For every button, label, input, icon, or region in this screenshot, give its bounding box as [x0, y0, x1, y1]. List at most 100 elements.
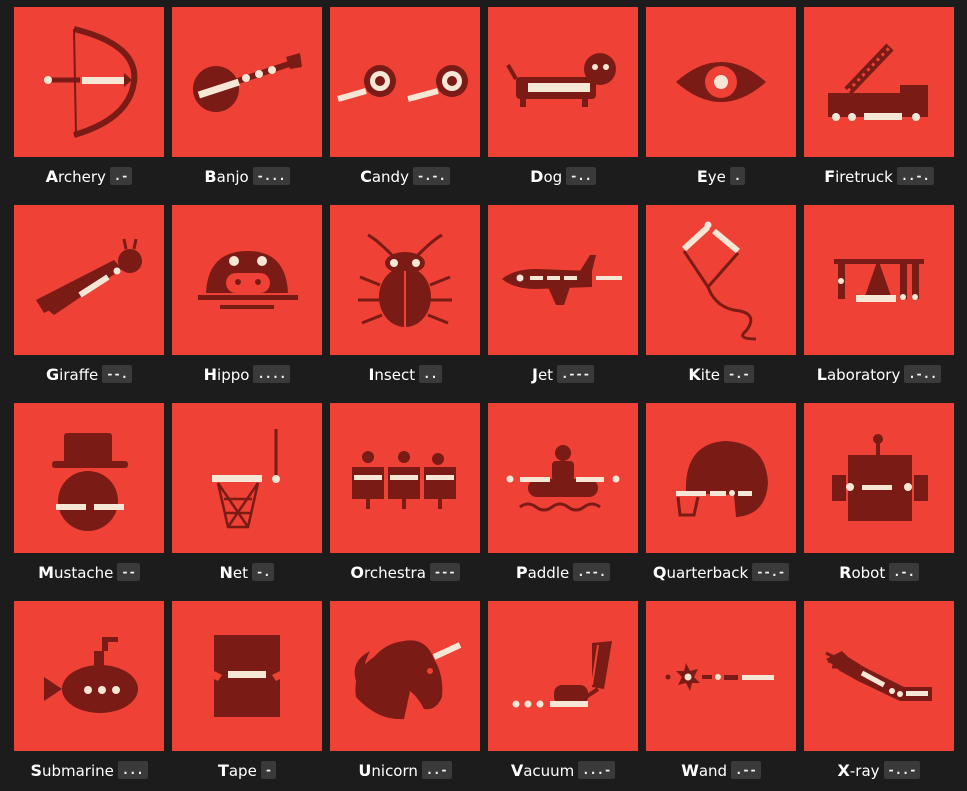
- word: Vacuum: [510, 760, 575, 780]
- submarine-icon: [44, 637, 138, 713]
- morse-code: ..: [419, 365, 442, 383]
- card-eye[interactable]: Eye .: [646, 7, 796, 197]
- word: Paddle: [515, 562, 570, 582]
- card-firetruck[interactable]: Firetruck ..-.: [804, 7, 954, 197]
- morse-code: .-: [109, 167, 133, 185]
- tile: [330, 403, 480, 553]
- card-kite[interactable]: Kite -.-: [646, 205, 796, 395]
- caption: Giraffe --.: [14, 363, 164, 385]
- tile: [646, 601, 796, 751]
- tile: [804, 7, 954, 157]
- word: Tape: [217, 760, 257, 780]
- word: Banjo: [204, 166, 249, 186]
- banjo-icon: [193, 53, 302, 112]
- morse-code: .: [729, 167, 746, 185]
- morse-code: -: [260, 761, 277, 779]
- tile: [172, 205, 322, 355]
- eye-icon: [676, 62, 766, 102]
- word: Jet: [532, 364, 554, 384]
- morse-code: -.-.: [412, 167, 450, 185]
- word: Unicorn: [358, 760, 418, 780]
- word: Quarterback: [652, 562, 749, 582]
- card-x-ray[interactable]: X-ray -..-: [804, 601, 954, 791]
- tile: [488, 7, 638, 157]
- word: Submarine: [30, 760, 114, 780]
- morse-code: --.: [102, 365, 132, 383]
- word: X-ray: [837, 760, 880, 780]
- caption: Insect ..: [330, 363, 480, 385]
- card-archery[interactable]: Archery .-: [14, 7, 164, 197]
- word: Kite: [688, 364, 720, 384]
- kite-icon: [681, 221, 757, 341]
- card-jet[interactable]: Jet .---: [488, 205, 638, 395]
- card-vacuum[interactable]: Vacuum ...-: [488, 601, 638, 791]
- morse-code: ..-.: [896, 167, 934, 185]
- card-mustache[interactable]: Mustache --: [14, 403, 164, 593]
- tile: [804, 601, 954, 751]
- morse-code: -.: [252, 563, 275, 581]
- robot-icon: [832, 434, 928, 521]
- tile: [14, 403, 164, 553]
- caption: Mustache --: [14, 561, 164, 583]
- card-orchestra[interactable]: Orchestra ---: [330, 403, 480, 593]
- caption: Laboratory .-..: [804, 363, 954, 385]
- card-banjo[interactable]: Banjo -...: [172, 7, 322, 197]
- word: Laboratory: [816, 364, 901, 384]
- tile: [330, 205, 480, 355]
- card-tape[interactable]: Tape -: [172, 601, 322, 791]
- card-robot[interactable]: Robot .-.: [804, 403, 954, 593]
- card-insect[interactable]: Insect ..: [330, 205, 480, 395]
- dog-icon: [506, 53, 616, 107]
- tile: [330, 7, 480, 157]
- card-laboratory[interactable]: Laboratory .-..: [804, 205, 954, 395]
- card-dog[interactable]: Dog -..: [488, 7, 638, 197]
- card-unicorn[interactable]: Unicorn ..-: [330, 601, 480, 791]
- morse-code: ---: [429, 563, 460, 581]
- wand-icon: [665, 663, 774, 691]
- insect-icon: [358, 233, 452, 327]
- word: Mustache: [38, 562, 114, 582]
- jet-icon: [502, 255, 622, 305]
- card-net[interactable]: Net -.: [172, 403, 322, 593]
- tile: [172, 7, 322, 157]
- card-candy[interactable]: Candy -.-.: [330, 7, 480, 197]
- word: Hippo: [203, 364, 250, 384]
- card-paddle[interactable]: Paddle .--.: [488, 403, 638, 593]
- card-submarine[interactable]: Submarine ...: [14, 601, 164, 791]
- morse-code: ..-: [421, 761, 452, 779]
- morse-code: -...: [252, 167, 290, 185]
- morse-code: .--.: [573, 563, 611, 581]
- caption: Quarterback --.-: [646, 561, 796, 583]
- laboratory-icon: [834, 259, 924, 302]
- caption: Net -.: [172, 561, 322, 583]
- unicorn-icon: [354, 640, 462, 720]
- tile: [488, 403, 638, 553]
- morse-code: --.-: [752, 563, 790, 581]
- caption: Submarine ...: [14, 759, 164, 781]
- morse-code: ...: [117, 761, 148, 779]
- caption: Robot .-.: [804, 561, 954, 583]
- word: Candy: [360, 166, 409, 186]
- morse-code: ...-: [578, 761, 616, 779]
- caption: Unicorn ..-: [330, 759, 480, 781]
- archery-icon: [44, 26, 138, 138]
- caption: Hippo ....: [172, 363, 322, 385]
- word: Net: [219, 562, 249, 582]
- card-wand[interactable]: Wand .--: [646, 601, 796, 791]
- tile: [804, 403, 954, 553]
- word: Eye: [696, 166, 726, 186]
- caption: Wand .--: [646, 759, 796, 781]
- tile: [14, 601, 164, 751]
- morse-code: --: [117, 563, 140, 581]
- tile: [804, 205, 954, 355]
- caption: Orchestra ---: [330, 561, 480, 583]
- card-giraffe[interactable]: Giraffe --.: [14, 205, 164, 395]
- mustache-icon: [52, 433, 128, 531]
- net-icon: [212, 429, 280, 529]
- caption: Kite -.-: [646, 363, 796, 385]
- card-hippo[interactable]: Hippo ....: [172, 205, 322, 395]
- word: Wand: [681, 760, 728, 780]
- card-quarterback[interactable]: Quarterback --.-: [646, 403, 796, 593]
- tile: [330, 601, 480, 751]
- orchestra-icon: [352, 451, 456, 509]
